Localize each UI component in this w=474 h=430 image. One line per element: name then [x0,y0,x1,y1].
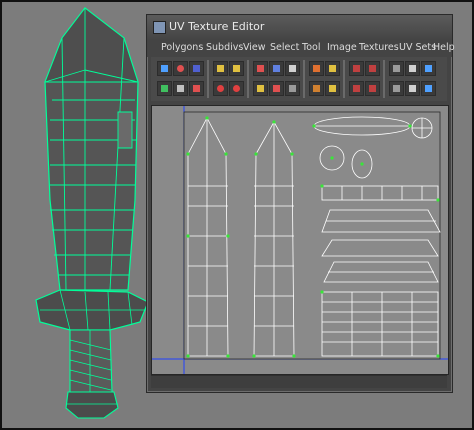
status-bar [151,375,447,388]
uv-smudge-icon[interactable] [189,61,204,76]
uv-snapshot-icon[interactable] [189,81,204,96]
toolbar-separator [247,60,249,98]
move-uv-icon[interactable] [157,81,172,96]
flip-u-icon[interactable] [213,61,228,76]
menu-polygons[interactable]: Polygons [161,42,203,53]
cut-uv-icon[interactable] [285,61,300,76]
toolbar-separator [303,60,305,98]
align-min-u-icon[interactable] [349,61,364,76]
normalize-uv-icon[interactable] [421,61,436,76]
menu-uv-sets[interactable]: UV Sets [399,42,436,53]
align-max-v-icon[interactable] [365,81,380,96]
menu-textures[interactable]: Textures [359,42,399,53]
menu-tool[interactable]: Tool [302,42,320,53]
align-min-v-icon[interactable] [349,81,364,96]
menu-view[interactable]: View [243,42,266,53]
toggle-texture-icon[interactable] [213,81,228,96]
straighten-uv-icon[interactable] [309,81,324,96]
grid-uv-icon[interactable] [389,61,404,76]
split-uv-icon[interactable] [253,81,268,96]
menu-select[interactable]: Select [270,42,299,53]
merge-uv-icon[interactable] [269,81,284,96]
layout-uv-icon[interactable] [405,61,420,76]
unfold-icon[interactable] [325,61,340,76]
toolbar-separator [383,60,385,98]
sew-uv-icon[interactable] [309,61,324,76]
menu-bar: Polygons Subdivs View Select Tool Image … [147,39,455,57]
frame-selected-icon[interactable] [421,81,436,96]
relax-uv-icon[interactable] [325,81,340,96]
toolbar-separator [207,60,209,98]
flip-v-icon[interactable] [229,61,244,76]
window-app-icon [153,21,166,34]
checker-map-icon[interactable] [389,81,404,96]
menu-subdivs[interactable]: Subdivs [206,42,243,53]
align-max-u-icon[interactable] [365,61,380,76]
window-title-bar[interactable]: UV Texture Editor [147,15,452,40]
menu-image[interactable]: Image [327,42,357,53]
menu-help[interactable]: Help [433,42,455,53]
toolbar-separator [343,60,345,98]
rotate-cw-icon[interactable] [269,61,284,76]
uv-lattice-icon[interactable] [173,61,188,76]
uv-texture-editor-window[interactable]: UV Texture Editor Polygons Subdivs View … [146,14,455,393]
window-title: UV Texture Editor [169,20,265,33]
uv-layout-canvas[interactable] [151,105,449,375]
uv-select-icon[interactable] [157,61,172,76]
rotate-ccw-icon[interactable] [253,61,268,76]
uv-shells [152,106,448,374]
uv-toolbar [151,57,447,101]
isolate-icon[interactable] [285,81,300,96]
toggle-shaded-icon[interactable] [229,81,244,96]
frame-all-icon[interactable] [405,81,420,96]
scale-uv-icon[interactable] [173,81,188,96]
